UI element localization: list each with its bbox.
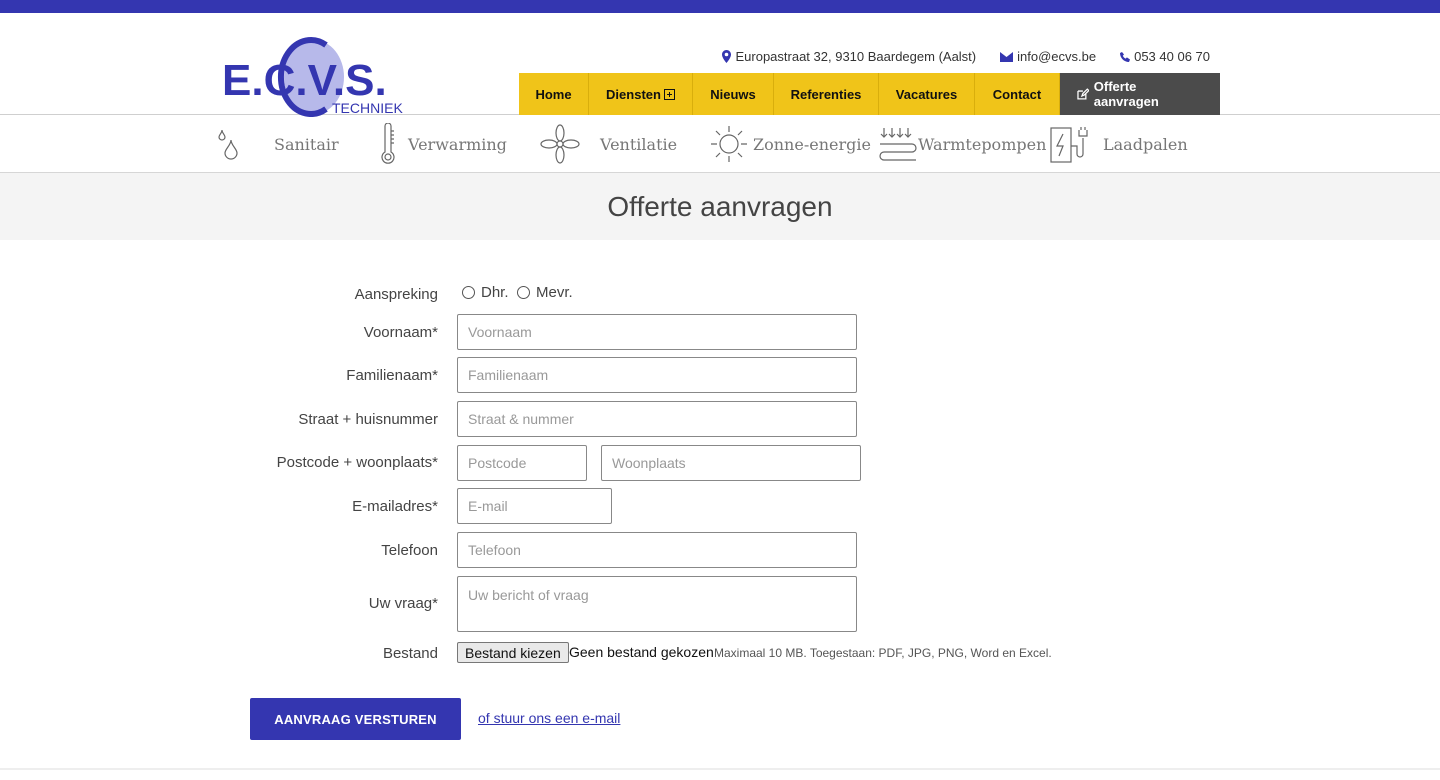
address-item: Europastraat 32, 9310 Baardegem (Aalst) — [722, 49, 976, 64]
voornaam-label: Voornaam* — [363, 324, 438, 341]
water-drop-icon — [218, 129, 238, 160]
bestand-label: Bestand — [382, 645, 438, 662]
nav-offerte-button[interactable]: Offerte aanvragen — [1060, 73, 1220, 115]
main-nav: Home Diensten Nieuws Referenties Vacatur… — [519, 73, 1220, 115]
vraag-label: Uw vraag* — [368, 595, 438, 612]
page-title: Offerte aanvragen — [607, 190, 833, 222]
footer-divider — [0, 768, 1440, 770]
nav-label-vacatures: Vacatures — [895, 86, 958, 102]
radio-mevr[interactable]: Mevr. — [517, 284, 573, 301]
services-bar: Sanitair Verwarming Ventilatie Zonne-ene… — [0, 115, 1440, 173]
nav-label-nieuws: Nieuws — [710, 86, 756, 102]
sun-icon — [711, 126, 747, 162]
email-item[interactable]: info@ecvs.be — [1000, 49, 1096, 64]
nav-label-diensten: Diensten — [606, 86, 661, 102]
page-title-band: Offerte aanvragen — [0, 173, 1440, 240]
radio-dhr[interactable]: Dhr. — [462, 284, 509, 301]
service-zonne-energie[interactable]: Zonne-energie — [709, 115, 871, 173]
service-label: Sanitair — [274, 134, 339, 154]
logo-subtext: TECHNIEK — [332, 100, 403, 116]
service-warmtepompen[interactable]: Warmtepompen — [878, 115, 1046, 173]
woonplaats-input[interactable]: Woonplaats — [601, 445, 861, 481]
nav-item-vacatures[interactable]: Vacatures — [879, 73, 975, 115]
nav-item-nieuws[interactable]: Nieuws — [693, 73, 774, 115]
radio-dhr-label: Dhr. — [481, 284, 509, 301]
radio-mevr-circle[interactable] — [517, 286, 530, 299]
submit-button[interactable]: AANVRAAG VERSTUREN — [250, 698, 461, 740]
logo-text-left: E.C.V.S. — [222, 56, 387, 105]
telefoon-input[interactable]: Telefoon — [457, 532, 857, 568]
contact-info: Europastraat 32, 9310 Baardegem (Aalst) … — [722, 49, 1210, 64]
nav-label-contact: Contact — [992, 86, 1042, 102]
phone-item[interactable]: 053 40 06 70 — [1120, 49, 1210, 64]
straat-input[interactable]: Straat & nummer — [457, 401, 857, 437]
phone-icon — [1120, 51, 1131, 62]
company-logo[interactable]: E.C.V.S. TECHNIEK — [222, 27, 412, 117]
familienaam-label: Familienaam* — [346, 367, 438, 384]
top-accent-bar — [0, 0, 1440, 13]
service-label: Warmtepompen — [918, 134, 1047, 154]
envelope-icon — [1000, 51, 1014, 62]
quote-form: Aanspreking Dhr. Mevr. Voornaam* Voornaa… — [0, 240, 1440, 770]
heat-pump-icon — [879, 128, 917, 161]
service-ventilatie[interactable]: Ventilatie — [540, 115, 677, 173]
radio-dhr-circle[interactable] — [462, 286, 475, 299]
service-label: Ventilatie — [600, 134, 678, 154]
voornaam-input[interactable]: Voornaam — [457, 314, 857, 350]
nav-item-referenties[interactable]: Referenties — [774, 73, 879, 115]
email-link[interactable]: of stuur ons een e-mail — [478, 710, 620, 726]
service-label: Verwarming — [408, 134, 507, 154]
service-label: Laadpalen — [1103, 134, 1188, 154]
nav-offerte-label: Offerte aanvragen — [1093, 79, 1159, 109]
nav-item-diensten[interactable]: Diensten — [589, 73, 693, 115]
vraag-textarea[interactable]: Uw bericht of vraag — [457, 576, 857, 632]
service-laadpalen[interactable]: Laadpalen — [1049, 115, 1188, 173]
nav-item-home[interactable]: Home — [519, 73, 589, 115]
email-text[interactable]: info@ecvs.be — [1017, 49, 1096, 64]
straat-label: Straat + huisnummer — [298, 411, 438, 428]
radio-mevr-label: Mevr. — [536, 284, 573, 301]
edit-icon — [1077, 88, 1089, 100]
service-verwarming[interactable]: Verwarming — [378, 115, 507, 173]
fan-icon — [540, 124, 580, 164]
nav-label-referenties: Referenties — [790, 86, 862, 102]
postcode-input[interactable]: Postcode — [457, 445, 587, 481]
file-status-text: Geen bestand gekozen — [569, 644, 714, 660]
thermometer-icon — [381, 123, 395, 164]
email-input[interactable]: E-mail — [457, 488, 612, 524]
service-sanitair[interactable]: Sanitair — [218, 115, 339, 173]
postcode-label: Postcode + woonplaats* — [276, 454, 438, 471]
service-label: Zonne-energie — [753, 134, 871, 154]
charging-station-icon — [1050, 127, 1088, 163]
file-choose-button[interactable]: Bestand kiezen — [457, 642, 569, 663]
email-label: E-mailadres* — [352, 498, 438, 515]
telefoon-label: Telefoon — [381, 542, 438, 559]
plus-square-icon — [663, 88, 675, 100]
aanspreking-label: Aanspreking — [354, 286, 438, 303]
familienaam-input[interactable]: Familienaam — [457, 357, 857, 393]
map-marker-icon — [722, 50, 732, 63]
file-hint-text: Maximaal 10 MB. Toegestaan: PDF, JPG, PN… — [714, 646, 1052, 660]
nav-item-contact[interactable]: Contact — [975, 73, 1060, 115]
nav-label-home: Home — [535, 86, 572, 102]
address-text: Europastraat 32, 9310 Baardegem (Aalst) — [735, 49, 977, 64]
phone-text[interactable]: 053 40 06 70 — [1134, 49, 1210, 64]
site-header: E.C.V.S. TECHNIEK Europastraat 32, 9310 … — [0, 13, 1440, 117]
